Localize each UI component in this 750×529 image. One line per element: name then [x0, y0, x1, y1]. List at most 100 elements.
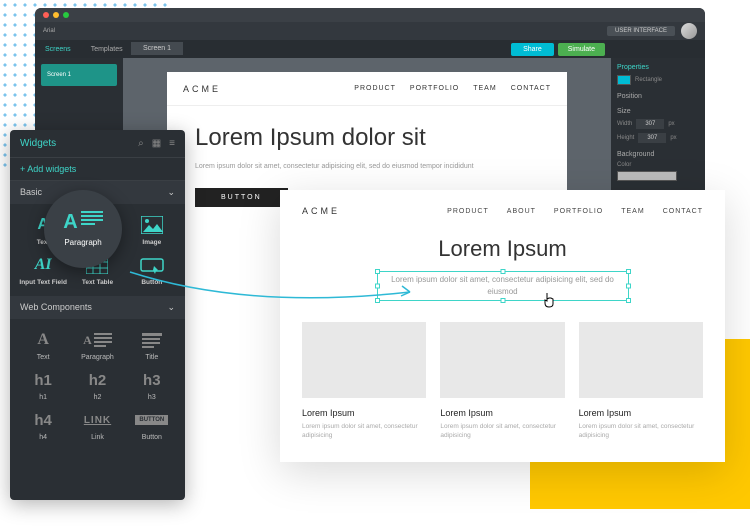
card-title: Lorem Ipsum — [302, 408, 426, 418]
selected-paragraph[interactable]: Lorem ipsum dolor sit amet, consectetur … — [378, 272, 628, 300]
canvas-nav-item[interactable]: TEAM — [473, 85, 496, 92]
canvas-tab[interactable]: Screen 1 — [131, 42, 183, 55]
widget-label: h4 — [39, 434, 47, 441]
widget-label: h2 — [94, 394, 102, 401]
width-label: Width — [617, 121, 632, 127]
resize-handle-nw[interactable] — [375, 269, 380, 274]
widget-label: Link — [91, 434, 104, 441]
resize-handle-ne[interactable] — [626, 269, 631, 274]
tab-templates[interactable]: Templates — [81, 40, 133, 58]
preview-nav-item[interactable]: ABOUT — [507, 208, 536, 215]
canvas-body-text[interactable]: Lorem ipsum dolor sit amet, consectetur … — [195, 162, 539, 173]
share-button[interactable]: Share — [511, 43, 554, 56]
resize-handle-s[interactable] — [500, 298, 505, 303]
widget-label: h1 — [39, 394, 47, 401]
widget-label: Text Table — [82, 279, 113, 286]
wc-text[interactable]: A Text — [16, 325, 70, 365]
maximize-icon[interactable] — [63, 12, 69, 18]
color-swatch[interactable] — [617, 171, 677, 181]
image-icon — [139, 214, 165, 236]
input-icon: AI — [30, 254, 56, 276]
height-input[interactable]: 307 — [638, 133, 666, 143]
preview-panel: ACME PRODUCT ABOUT PORTFOLIO TEAM CONTAC… — [280, 190, 725, 462]
resize-handle-e[interactable] — [626, 284, 631, 289]
minimize-icon[interactable] — [53, 12, 59, 18]
wc-h3[interactable]: h3 h3 — [125, 365, 179, 405]
preview-title[interactable]: Lorem Ipsum — [302, 236, 703, 262]
paragraph-drag-bubble[interactable]: A Paragraph — [44, 190, 122, 268]
resize-handle-se[interactable] — [626, 298, 631, 303]
preview-card[interactable]: Lorem Ipsum Lorem ipsum dolor sit amet, … — [440, 322, 564, 440]
height-label: Height — [617, 135, 634, 141]
shape-label: Rectangle — [635, 77, 662, 83]
user-menu[interactable]: USER INTERFACE — [607, 26, 675, 36]
widget-image[interactable]: Image — [125, 210, 179, 250]
canvas-button[interactable]: BUTTON — [195, 188, 288, 207]
toolbar: Arial USER INTERFACE — [35, 22, 705, 40]
selected-paragraph-text: Lorem ipsum dolor sit amet, consectetur … — [391, 275, 614, 296]
wc-paragraph[interactable]: A Paragraph — [70, 325, 124, 365]
wc-link[interactable]: LINK Link — [70, 405, 124, 445]
preview-brand: ACME — [302, 206, 340, 216]
grid-view-icon[interactable]: ▦ — [152, 138, 161, 149]
widget-label: Button — [142, 434, 162, 441]
preview-nav-item[interactable]: CONTACT — [663, 208, 703, 215]
resize-handle-sw[interactable] — [375, 298, 380, 303]
canvas-nav-item[interactable]: CONTACT — [511, 85, 551, 92]
h1-icon: h1 — [30, 369, 56, 391]
wc-button[interactable]: BUTTON Button — [125, 405, 179, 445]
resize-handle-n[interactable] — [500, 269, 505, 274]
chevron-down-icon: ⌄ — [167, 302, 175, 313]
resize-handle-w[interactable] — [375, 284, 380, 289]
card-text: Lorem ipsum dolor sit amet, consectetur … — [579, 422, 703, 440]
widget-label: Button — [141, 279, 162, 286]
size-section: Size — [617, 108, 699, 115]
tab-screens[interactable]: Screens — [35, 40, 81, 58]
simulate-button[interactable]: Simulate — [558, 43, 605, 56]
button-icon — [139, 254, 165, 276]
card-image-placeholder — [579, 322, 703, 398]
widget-label: h3 — [148, 394, 156, 401]
close-icon[interactable] — [43, 12, 49, 18]
card-image-placeholder — [302, 322, 426, 398]
h3-icon: h3 — [139, 369, 165, 391]
search-icon[interactable]: ⌕ — [138, 138, 144, 149]
chevron-down-icon: ⌄ — [167, 187, 175, 198]
background-section: Background — [617, 151, 699, 158]
wc-h2[interactable]: h2 h2 — [70, 365, 124, 405]
h4-icon: h4 — [30, 409, 56, 431]
wc-h1[interactable]: h1 h1 — [16, 365, 70, 405]
canvas-headline[interactable]: Lorem Ipsum dolor sit — [195, 124, 539, 152]
font-selector[interactable]: Arial — [43, 28, 55, 34]
position-section: Position — [617, 93, 699, 100]
canvas-nav-item[interactable]: PORTFOLIO — [410, 85, 459, 92]
preview-nav-item[interactable]: TEAM — [621, 208, 644, 215]
title-icon — [139, 329, 165, 351]
card-title: Lorem Ipsum — [440, 408, 564, 418]
preview-nav-item[interactable]: PORTFOLIO — [554, 208, 603, 215]
preview-card[interactable]: Lorem Ipsum Lorem ipsum dolor sit amet, … — [579, 322, 703, 440]
preview-nav-item[interactable]: PRODUCT — [447, 208, 489, 215]
px-label: px — [668, 121, 674, 127]
widgets-panel: Widgets ⌕ ▦ ≡ + Add widgets Basic ⌄ A Te… — [10, 130, 185, 500]
widgets-title: Widgets — [20, 138, 56, 149]
category-web-components[interactable]: Web Components ⌄ — [10, 296, 185, 319]
list-view-icon[interactable]: ≡ — [169, 138, 175, 149]
wc-title[interactable]: Title — [125, 325, 179, 365]
add-widgets-button[interactable]: + Add widgets — [10, 158, 185, 181]
color-label: Color — [617, 162, 699, 168]
text-icon: A — [30, 329, 56, 351]
screen-thumb-1[interactable]: Screen 1 — [41, 64, 117, 86]
wc-h4[interactable]: h4 h4 — [16, 405, 70, 445]
canvas-nav: PRODUCT PORTFOLIO TEAM CONTACT — [354, 85, 551, 92]
widget-button[interactable]: Button — [125, 250, 179, 290]
width-input[interactable]: 307 — [636, 119, 664, 129]
preview-card[interactable]: Lorem Ipsum Lorem ipsum dolor sit amet, … — [302, 322, 426, 440]
shape-color-swatch[interactable] — [617, 75, 631, 85]
avatar[interactable] — [681, 23, 697, 39]
category-label: Web Components — [20, 302, 92, 313]
link-icon: LINK — [84, 409, 110, 431]
canvas-nav-item[interactable]: PRODUCT — [354, 85, 396, 92]
cursor-icon — [542, 292, 556, 308]
button-icon: BUTTON — [139, 409, 165, 431]
